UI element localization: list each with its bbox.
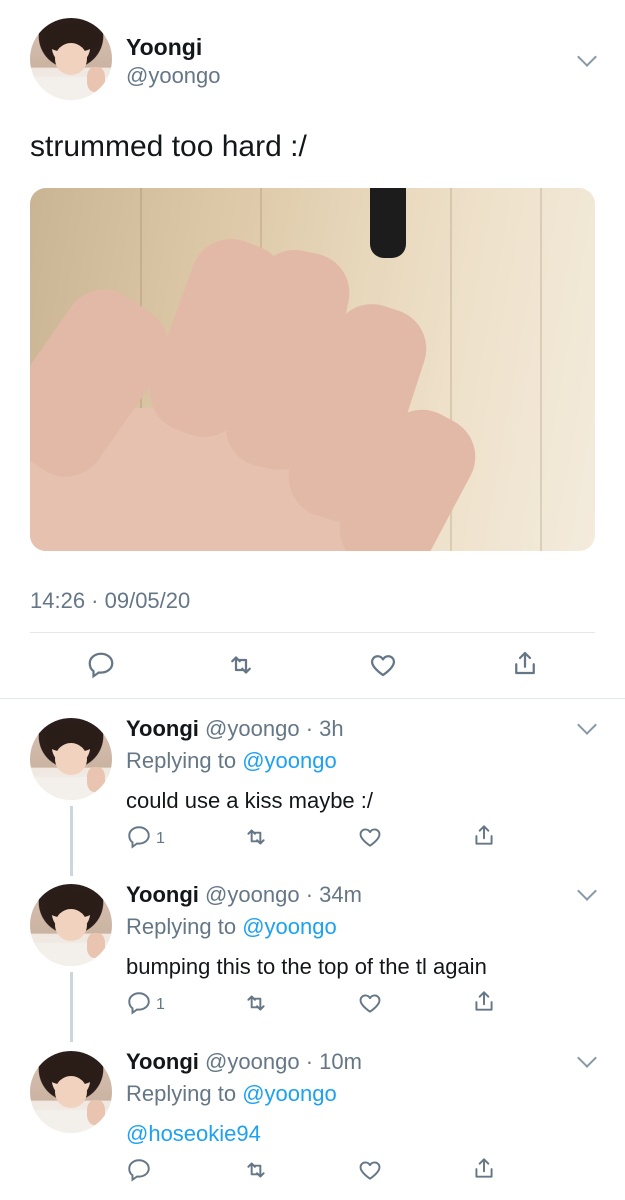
chevron-down-icon[interactable] bbox=[577, 47, 597, 67]
author-name[interactable]: Yoongi bbox=[126, 34, 202, 61]
reply-author-name[interactable]: Yoongi bbox=[126, 716, 199, 741]
tweet-timestamp: 14:26 · 09/05/20 bbox=[30, 588, 191, 613]
reply-author-name[interactable]: Yoongi bbox=[126, 1049, 199, 1074]
reply-author-handle[interactable]: @yoongo bbox=[205, 1049, 300, 1074]
thread-line bbox=[70, 972, 73, 1042]
like-icon[interactable] bbox=[357, 990, 383, 1016]
divider bbox=[0, 698, 625, 699]
reply-avatar[interactable] bbox=[30, 884, 112, 966]
replying-mention[interactable]: @yoongo bbox=[242, 748, 337, 773]
divider bbox=[30, 632, 595, 633]
reply-count: 1 bbox=[156, 830, 165, 847]
retweet-icon[interactable] bbox=[243, 824, 269, 850]
like-icon[interactable] bbox=[357, 1157, 383, 1183]
replying-to: Replying to @yoongo bbox=[126, 1081, 337, 1107]
tweet-photo[interactable] bbox=[30, 188, 595, 551]
share-icon[interactable] bbox=[471, 1155, 497, 1181]
chevron-down-icon[interactable] bbox=[577, 881, 597, 901]
reply-mention-text[interactable]: @hoseokie94 bbox=[126, 1121, 261, 1147]
retweet-icon[interactable] bbox=[243, 990, 269, 1016]
reply-icon[interactable] bbox=[86, 650, 116, 680]
reply-author-name[interactable]: Yoongi bbox=[126, 882, 199, 907]
replying-to: Replying to @yoongo bbox=[126, 748, 337, 774]
share-icon[interactable] bbox=[510, 648, 540, 678]
thread-line bbox=[70, 806, 73, 876]
reply-avatar[interactable] bbox=[30, 718, 112, 800]
replying-prefix: Replying to bbox=[126, 1081, 237, 1106]
replying-prefix: Replying to bbox=[126, 914, 237, 939]
replying-mention[interactable]: @yoongo bbox=[242, 914, 337, 939]
replying-to: Replying to @yoongo bbox=[126, 914, 337, 940]
reply-icon[interactable] bbox=[126, 990, 152, 1016]
author-handle[interactable]: @yoongo bbox=[126, 63, 221, 89]
replying-mention[interactable]: @yoongo bbox=[242, 1081, 337, 1106]
reply-count: 1 bbox=[156, 996, 165, 1013]
retweet-icon[interactable] bbox=[226, 650, 256, 680]
reply-icon[interactable] bbox=[126, 1157, 152, 1183]
reply-time: · 34m bbox=[305, 882, 362, 907]
author-avatar[interactable] bbox=[30, 18, 112, 100]
chevron-down-icon[interactable] bbox=[577, 1048, 597, 1068]
reply-time: · 10m bbox=[305, 1049, 362, 1074]
reply-author-handle[interactable]: @yoongo bbox=[205, 716, 300, 741]
reply-header[interactable]: Yoongi @yoongo · 10m bbox=[126, 1049, 362, 1075]
like-icon[interactable] bbox=[357, 824, 383, 850]
share-icon[interactable] bbox=[471, 822, 497, 848]
share-icon[interactable] bbox=[471, 988, 497, 1014]
chevron-down-icon[interactable] bbox=[577, 715, 597, 735]
reply-author-handle[interactable]: @yoongo bbox=[205, 882, 300, 907]
reply-icon[interactable] bbox=[126, 824, 152, 850]
retweet-icon[interactable] bbox=[243, 1157, 269, 1183]
reply-time: · 3h bbox=[305, 716, 344, 741]
reply-text: could use a kiss maybe :/ bbox=[126, 788, 374, 813]
tweet-text: strummed too hard :/ bbox=[30, 130, 307, 163]
replying-prefix: Replying to bbox=[126, 748, 237, 773]
like-icon[interactable] bbox=[368, 650, 398, 680]
reply-text: bumping this to the top of the tl again bbox=[126, 954, 487, 979]
reply-avatar[interactable] bbox=[30, 1051, 112, 1133]
reply-header[interactable]: Yoongi @yoongo · 34m bbox=[126, 882, 362, 908]
reply-header[interactable]: Yoongi @yoongo · 3h bbox=[126, 716, 344, 742]
